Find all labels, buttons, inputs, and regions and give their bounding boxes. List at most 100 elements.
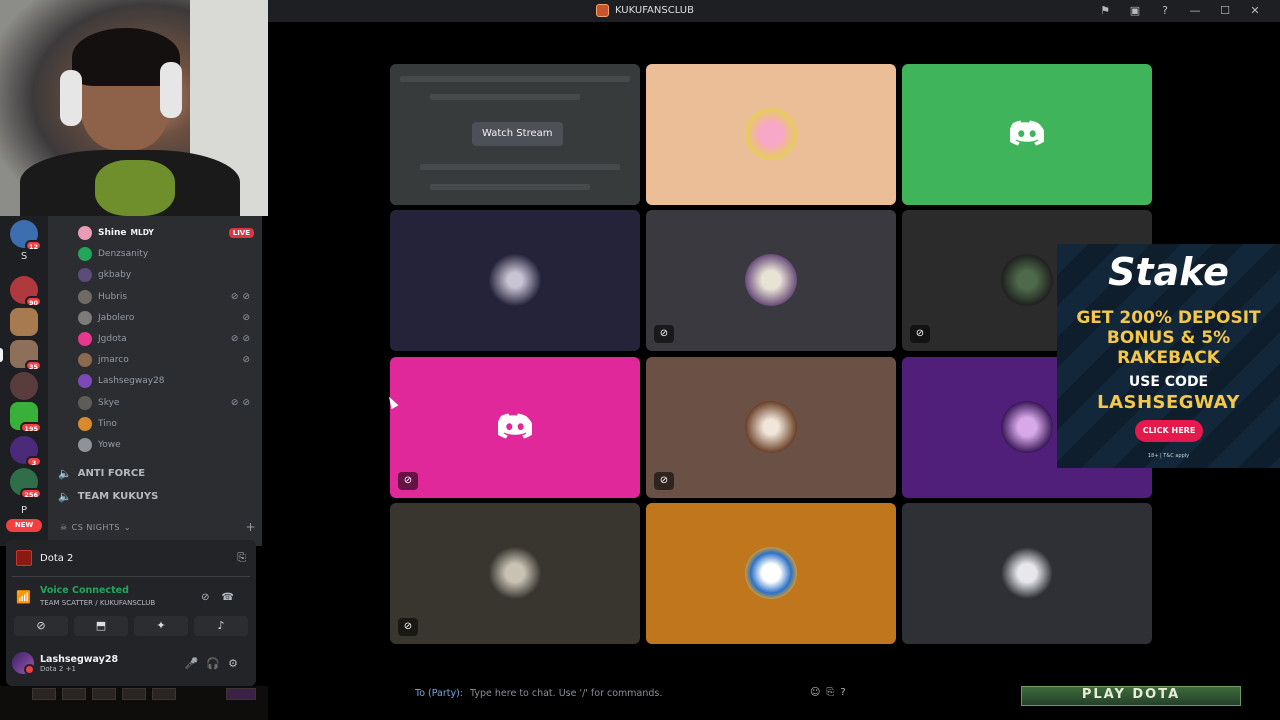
soundboard-button[interactable]: ♪	[194, 616, 248, 636]
thumb-bar	[430, 184, 590, 190]
activity-row[interactable]: Dota 2 ⎘	[6, 546, 256, 570]
voice-status[interactable]: Voice Connected	[40, 585, 129, 596]
voice-tile[interactable]	[902, 64, 1152, 205]
camera-button[interactable]: ⊘	[14, 616, 68, 636]
voice-user[interactable]: gkbaby	[78, 266, 254, 284]
voice-tile[interactable]	[390, 210, 640, 351]
minimize-icon[interactable]: —	[1180, 3, 1210, 19]
server-letter-icon[interactable]: S	[10, 246, 38, 268]
voice-user[interactable]: Jabolero ⊘	[78, 309, 254, 327]
voice-location[interactable]: TEAM SCATTER / KUKUFANSCLUB	[40, 599, 155, 607]
muted-deafened-icon: ⊘⊘	[230, 292, 254, 302]
server-icon[interactable]	[10, 372, 38, 400]
user-status: Dota 2 +1	[40, 664, 76, 673]
voice-user[interactable]: Shine MLDY LIVE	[78, 224, 254, 242]
game-hud-strip	[0, 686, 268, 720]
mention-badge: 195	[20, 422, 42, 433]
sponsor-ad[interactable]: Stake GET 200% DEPOSIT BONUS & 5% RAKEBA…	[1057, 244, 1280, 468]
channel-list: Shine MLDY LIVE Denzsanity gkbaby Hubris …	[48, 216, 262, 546]
voice-user-name: Jgdota	[98, 334, 127, 344]
server-icon[interactable]: 3	[10, 436, 42, 467]
avatar	[1001, 254, 1053, 306]
voice-user[interactable]: Tino	[78, 415, 254, 433]
speaker-icon: 🔈	[58, 466, 72, 480]
title-bar: KUKUFANSCLUB ⚑ ▣ ? — ☐ ✕	[268, 0, 1280, 22]
mic-headset-settings-icons[interactable]: 🎤🎧⚙	[185, 657, 246, 670]
voice-channel-name: TEAM KUKUYS	[77, 490, 159, 502]
voice-user[interactable]: jmarco ⊘	[78, 351, 254, 369]
add-channel-icon[interactable]: +	[245, 520, 256, 534]
voice-user-name: Jabolero	[98, 313, 135, 323]
flag-icon[interactable]: ⚑	[1090, 3, 1120, 19]
voice-user[interactable]: Hubris ⊘⊘	[78, 288, 254, 306]
category-cs-nights[interactable]: ☠ CS NIGHTS ⌄ +	[60, 520, 256, 534]
avatar	[78, 311, 92, 325]
voice-user[interactable]: Denzsanity	[78, 245, 254, 263]
activities-button[interactable]: ✦	[134, 616, 188, 636]
ad-click-here-button[interactable]: CLICK HERE	[1135, 420, 1203, 442]
user-avatar[interactable]	[12, 652, 35, 675]
new-badge: NEW	[6, 519, 42, 532]
thumb-bar	[400, 76, 630, 82]
chat-icons[interactable]: ☺⎘?	[810, 687, 852, 698]
voice-tile[interactable]	[902, 503, 1152, 644]
server-icon[interactable]: 256	[10, 468, 42, 499]
voice-tile[interactable]: ⊘	[390, 503, 640, 644]
voice-channel-name: ANTI FORCE	[77, 467, 146, 479]
stream-tile[interactable]: Watch Stream	[390, 64, 640, 205]
category-name: CS NIGHTS	[71, 522, 120, 532]
titlebar-actions: ⚑ ▣ ? — ☐ ✕	[1090, 3, 1270, 19]
maximize-icon[interactable]: ☐	[1210, 3, 1240, 19]
chat-input[interactable]: To (Party): Type here to chat. Use '/' f…	[415, 688, 662, 699]
server-title: KUKUFANSCLUB	[596, 4, 694, 17]
voice-tile[interactable]	[646, 64, 896, 205]
discord-logo-icon	[1010, 120, 1044, 146]
avatar	[745, 254, 797, 306]
close-icon[interactable]: ✕	[1240, 3, 1270, 19]
server-icon[interactable]: 90	[10, 276, 42, 307]
voice-tile[interactable]	[646, 503, 896, 644]
inbox-icon[interactable]: ▣	[1120, 3, 1150, 19]
chat-target: To (Party):	[415, 688, 464, 699]
voice-user-name: Tino	[98, 419, 117, 429]
muted-deafened-icon: ⊘⊘	[230, 398, 254, 408]
server-title-text: KUKUFANSCLUB	[615, 5, 694, 16]
voice-user[interactable]: Jgdota ⊘⊘	[78, 330, 254, 348]
voice-user[interactable]: Lashsegway28	[78, 372, 254, 390]
share-screen-button[interactable]: ⬒	[74, 616, 128, 636]
play-dota-button[interactable]: PLAY DOTA	[1021, 686, 1241, 706]
chat-placeholder: Type here to chat. Use '/' for commands.	[470, 688, 663, 699]
server-icon[interactable]: 195	[10, 402, 42, 433]
mention-badge: 90	[24, 296, 42, 307]
avatar	[78, 226, 92, 240]
signal-icon[interactable]: 📶	[16, 590, 31, 604]
user-name: Lashsegway28	[40, 653, 119, 665]
avatar	[78, 353, 92, 367]
hud-slot	[226, 688, 256, 700]
server-icon[interactable]: 12	[10, 220, 42, 251]
voice-tile[interactable]: ⊘	[646, 357, 896, 498]
user-tag: MLDY	[130, 228, 154, 237]
voice-user-name: Lashsegway28	[98, 376, 165, 386]
live-badge: LIVE	[228, 228, 254, 238]
mention-badge: 35	[24, 360, 42, 371]
voice-channel-anti-force[interactable]: 🔈 ANTI FORCE	[58, 463, 258, 483]
avatar	[78, 332, 92, 346]
help-icon[interactable]: ?	[1150, 3, 1180, 19]
server-icon[interactable]	[10, 308, 38, 336]
voice-user[interactable]: Skye ⊘⊘	[78, 394, 254, 412]
screen-share-icon[interactable]: ⎘	[237, 551, 246, 565]
server-icon[interactable]: 35	[10, 340, 42, 371]
watch-stream-button[interactable]: Watch Stream	[472, 122, 563, 146]
voice-channel-team-kukuys[interactable]: 🔈 TEAM KUKUYS	[58, 486, 258, 506]
voice-tile[interactable]: ⊘	[390, 357, 640, 498]
muted-icon: ⊘	[398, 618, 418, 636]
hud-slot	[152, 688, 176, 700]
voice-user[interactable]: Yowe	[78, 436, 254, 454]
noise-disconnect-icons[interactable]: ⊘☎	[201, 592, 246, 603]
avatar	[745, 547, 797, 599]
avatar	[1001, 547, 1053, 599]
voice-tile[interactable]: ⊘	[646, 210, 896, 351]
avatar	[78, 247, 92, 261]
user-info[interactable]: Lashsegway28 Dota 2 +1	[40, 654, 118, 673]
